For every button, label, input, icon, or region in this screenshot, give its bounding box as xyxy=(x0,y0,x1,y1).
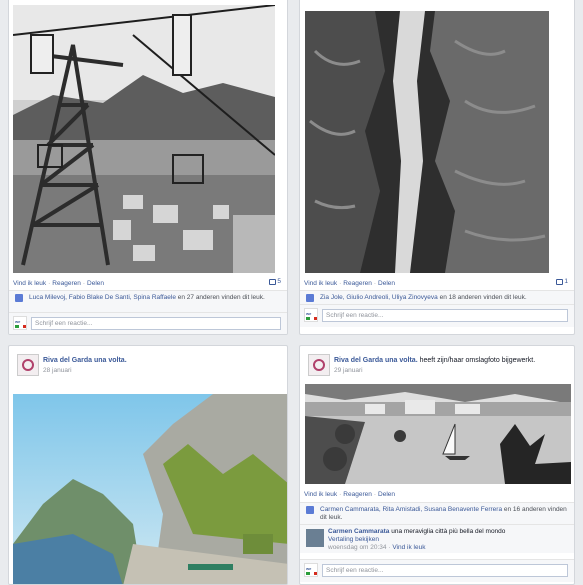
likes-suffix: en 27 anderen vinden dit leuk. xyxy=(175,294,265,301)
page-name-link[interactable]: Riva del Garda una volta. xyxy=(43,357,127,364)
thumbs-up-icon xyxy=(15,294,23,302)
comment-text: una meraviglia città più bella del mondo xyxy=(389,528,506,535)
post-card: Vind ik leuk · Reageren · Delen 1 Zia Jole… xyxy=(299,0,575,335)
like-link[interactable]: Vind ik leuk xyxy=(304,491,337,498)
likers-link[interactable]: Zia Jole, Giulio Andreoli, Uliya Zinovye… xyxy=(320,294,438,301)
comment-count-value: 5 xyxy=(277,278,281,285)
post-date[interactable]: 28 januari xyxy=(43,367,72,374)
likes-summary: Carmen Cammarata, Rita Amistadi, Susana … xyxy=(300,502,574,524)
comment-count-value: 1 xyxy=(564,278,568,285)
share-link[interactable]: Delen xyxy=(378,491,395,498)
likes-suffix: en 18 anderen vinden dit leuk. xyxy=(437,294,527,301)
thumbs-up-icon xyxy=(306,506,314,514)
post-photo-lake-road[interactable] xyxy=(13,394,287,584)
comment-link[interactable]: Reageren xyxy=(52,280,81,287)
like-link[interactable]: Vind ik leuk xyxy=(13,280,46,287)
post-date[interactable]: 29 januari xyxy=(334,367,363,374)
likes-summary: Luca Milevoj, Fabio Blake De Santi, Spin… xyxy=(9,290,287,312)
commenter-avatar: we xyxy=(13,316,27,330)
comment-like-link[interactable]: Vind ik leuk xyxy=(392,544,425,551)
post-card: Riva del Garda una volta. 28 januari xyxy=(8,345,288,585)
write-comment-row: we Schrijf een reactie... xyxy=(300,559,574,582)
page-avatar[interactable] xyxy=(308,354,330,376)
comment-link[interactable]: Reageren xyxy=(343,280,372,287)
commenter-avatar: we xyxy=(304,563,318,577)
comment-count[interactable]: 1 xyxy=(556,278,568,285)
commenter-avatar[interactable] xyxy=(306,529,324,547)
post-header: Riva del Garda una volta. 28 januari xyxy=(17,354,279,380)
post-card: Riva del Garda una volta. heeft zijn/haa… xyxy=(299,345,575,585)
post-action-text: heeft zijn/haar omslagfoto bijgewerkt. xyxy=(417,357,536,364)
post-actions: Vind ik leuk · Reageren · Delen 1 xyxy=(304,278,568,287)
post-header: Riva del Garda una volta. heeft zijn/haa… xyxy=(308,354,566,380)
comment-meta: woensdag om 20:34 · xyxy=(328,544,393,551)
page-avatar[interactable] xyxy=(17,354,39,376)
page-name-link[interactable]: Riva del Garda una volta. xyxy=(334,357,418,364)
commenter-avatar: we xyxy=(304,308,318,322)
comment: Carmen Cammarata una meraviglia città pi… xyxy=(300,524,574,553)
post-photo-harbour[interactable] xyxy=(305,384,571,484)
share-link[interactable]: Delen xyxy=(378,280,395,287)
comment-bubble-icon xyxy=(269,278,277,285)
write-comment-row: we Schrijf een reactie... xyxy=(300,304,574,327)
comment-link[interactable]: Reageren xyxy=(343,491,372,498)
write-comment-row: we Schrijf een reactie... xyxy=(9,312,287,334)
comment-bubble-icon xyxy=(556,278,564,285)
post-headline: Riva del Garda una volta. heeft zijn/haa… xyxy=(334,357,535,364)
post-card: Vind ik leuk · Reageren · Delen 5 Luca Mil… xyxy=(8,0,288,335)
thumbs-up-icon xyxy=(306,294,314,302)
share-link[interactable]: Delen xyxy=(87,280,104,287)
post-actions: Vind ik leuk · Reageren · Delen xyxy=(304,490,396,498)
likers-link[interactable]: Luca Milevoj, Fabio Blake De Santi, Spin… xyxy=(29,294,176,301)
translate-link[interactable]: Vertaling bekijken xyxy=(328,536,379,543)
post-photo-gorge[interactable] xyxy=(305,11,549,273)
comment-count[interactable]: 5 xyxy=(269,278,281,285)
comment-body: Carmen Cammarata una meraviglia città pi… xyxy=(328,528,570,552)
like-link[interactable]: Vind ik leuk xyxy=(304,280,337,287)
comment-input[interactable]: Schrijf een reactie... xyxy=(31,317,281,330)
comment-author-link[interactable]: Carmen Cammarata xyxy=(328,528,389,535)
post-actions: Vind ik leuk · Reageren · Delen 5 xyxy=(13,278,281,287)
likers-link[interactable]: Carmen Cammarata, Rita Amistadi, Susana … xyxy=(320,506,502,513)
likes-summary: Zia Jole, Giulio Andreoli, Uliya Zinovye… xyxy=(300,290,574,304)
post-photo-cable-car[interactable] xyxy=(13,5,275,273)
comment-input[interactable]: Schrijf een reactie... xyxy=(322,309,568,322)
comment-input[interactable]: Schrijf een reactie... xyxy=(322,564,568,577)
